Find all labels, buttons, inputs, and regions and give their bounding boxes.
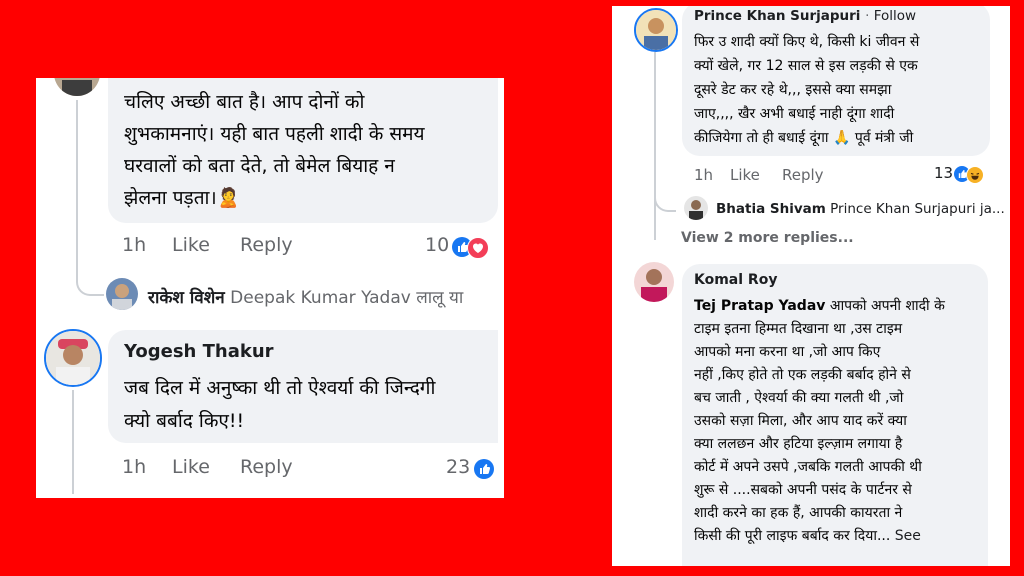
reply-author[interactable]: राकेश विशेन xyxy=(148,288,225,308)
comment-text-line: क्यो बर्बाद किए!! xyxy=(124,410,245,432)
thread-line xyxy=(76,100,78,280)
thread-line xyxy=(72,390,74,494)
comment-time: 1h xyxy=(122,456,147,478)
comment-text-line: शुभकामनाएं। यही बात पहली शादी के समय xyxy=(124,123,425,145)
person-icon xyxy=(636,10,676,50)
comment-text-fragment: आपको अपनी शादी के xyxy=(825,298,945,314)
comment-author-row: Prince Khan Surjapuri · Follow xyxy=(694,8,917,24)
comment-text-line: उसको सज़ा मिला, और आप याद करें क्या xyxy=(694,413,907,429)
reply-avatar[interactable] xyxy=(106,278,138,310)
comment-text-line: टाइम इतना हिम्मत दिखाना था ,उस टाइम xyxy=(694,321,903,337)
person-icon xyxy=(634,262,674,302)
comment-bubble: Komal Roy Tej Pratap Yadav आपको अपनी शाद… xyxy=(682,264,988,566)
like-button[interactable]: Like xyxy=(730,166,760,184)
comment-actions: 1h Like Reply 23 xyxy=(122,456,502,482)
reply-button[interactable]: Reply xyxy=(240,456,293,478)
thread-line xyxy=(654,52,656,240)
comment-text-line: बच जाती , ऐश्वर्या की क्या गलती थी ,जो xyxy=(694,390,904,406)
comment-text-line: Tej Pratap Yadav आपको अपनी शादी के xyxy=(694,296,945,315)
person-icon xyxy=(684,196,708,220)
love-icon xyxy=(467,237,489,259)
comment-text-line: क्यों खेले, गर 12 साल से इस लड़की से एक xyxy=(694,58,918,74)
commenter-avatar[interactable] xyxy=(634,8,678,52)
comment-text-line: कीजियेगा तो ही बधाई दूंगा 🙏 पूर्व मंत्री… xyxy=(694,130,914,146)
comment-actions: 1h Like Reply 13 xyxy=(694,164,1004,188)
comment-text-line: फिर उ शादी क्यों किए थे, किसी ki जीवन से xyxy=(694,34,920,50)
right-comments-panel: Prince Khan Surjapuri · Follow फिर उ शाद… xyxy=(612,6,1010,566)
left-comments-panel: चलिए अच्छी बात है। आप दोनों को शुभकामनाए… xyxy=(36,78,504,498)
follow-button[interactable]: Follow xyxy=(874,8,916,24)
comment-text-line: घरवालों को बता देते, तो बेमेल बियाह न xyxy=(124,155,395,177)
comment-text-line: शुरू से ....सबको अपनी पसंद के पार्टनर से xyxy=(694,482,912,498)
reply-author[interactable]: Bhatia Shivam xyxy=(716,201,826,217)
comment-text-line: शादी करने का हक हैं, आपकी कायरता ने xyxy=(694,505,903,521)
person-icon xyxy=(54,78,100,96)
thread-connector xyxy=(76,274,104,296)
reaction-count[interactable]: 10 xyxy=(425,234,449,256)
commenter-avatar[interactable] xyxy=(54,78,100,96)
person-icon xyxy=(46,331,100,385)
reply-button[interactable]: Reply xyxy=(782,166,824,184)
mentioned-user-link[interactable]: Tej Pratap Yadav xyxy=(694,298,825,314)
reaction-count[interactable]: 23 xyxy=(446,456,470,478)
reply-avatar[interactable] xyxy=(684,196,708,220)
like-button[interactable]: Like xyxy=(172,456,210,478)
reaction-count[interactable]: 13 xyxy=(934,164,953,182)
haha-icon xyxy=(966,166,984,184)
thread-connector xyxy=(654,192,676,212)
comment-text-line: जब दिल में अनुष्का थी तो ऐश्वर्या की जिन… xyxy=(124,377,436,399)
comment-author[interactable]: Yogesh Thakur xyxy=(124,341,274,362)
comment-text-line: जाए,,,, खैर अभी बधाई नाही दूंगा शादी xyxy=(694,106,895,122)
view-more-replies-link[interactable]: View 2 more replies... xyxy=(681,230,854,246)
commenter-avatar[interactable] xyxy=(44,329,102,387)
comment-author[interactable]: Prince Khan Surjapuri xyxy=(694,8,860,24)
comment-bubble: Yogesh Thakur जब दिल में अनुष्का थी तो ऐ… xyxy=(108,330,498,443)
comment-time: 1h xyxy=(694,166,714,184)
person-icon xyxy=(106,278,138,310)
reply-preview[interactable]: Bhatia Shivam Prince Khan Surjapuri ja..… xyxy=(716,201,1005,217)
comment-text-line: चलिए अच्छी बात है। आप दोनों को xyxy=(124,91,365,113)
like-icon xyxy=(474,459,494,479)
comment-text-line: क्या ललछन और हटिया इल्ज़ाम लगाया है xyxy=(694,436,903,452)
comment-text-line: झेलना पड़ता।🙎 xyxy=(124,187,241,209)
reply-preview[interactable]: राकेश विशेन Deepak Kumar Yadav लालू या xyxy=(148,285,463,308)
reply-snippet: Deepak Kumar Yadav लालू या xyxy=(230,288,464,308)
comment-text-line: कोर्ट में अपने उसपे ,जबकि गलती आपकी थी xyxy=(694,459,922,475)
comment-text-fragment: किसी की पूरी लाइफ बर्बाद कर दिया... xyxy=(694,528,891,544)
see-more-link[interactable]: See xyxy=(895,528,921,544)
comment-text-line: आपको मना करना था ,जो आप किए xyxy=(694,344,881,360)
comment-time: 1h xyxy=(122,234,147,256)
comment-actions: 1h Like Reply 10 xyxy=(122,234,502,260)
comment-bubble: चलिए अच्छी बात है। आप दोनों को शुभकामनाए… xyxy=(108,78,498,223)
comment-text-line: दूसरे डेट कर रहे थे,,, इससे क्या समझा xyxy=(694,82,892,98)
reply-snippet: Prince Khan Surjapuri ja... xyxy=(830,201,1005,217)
reply-button[interactable]: Reply xyxy=(240,234,293,256)
like-button[interactable]: Like xyxy=(172,234,210,256)
comment-author[interactable]: Komal Roy xyxy=(694,272,777,288)
commenter-avatar[interactable] xyxy=(634,262,674,302)
comment-bubble: Prince Khan Surjapuri · Follow फिर उ शाद… xyxy=(682,6,990,156)
comment-text-line: नहीं ,किए होते तो एक लड़की बर्बाद होने स… xyxy=(694,367,911,383)
comment-text-line: किसी की पूरी लाइफ बर्बाद कर दिया... See xyxy=(694,526,921,545)
